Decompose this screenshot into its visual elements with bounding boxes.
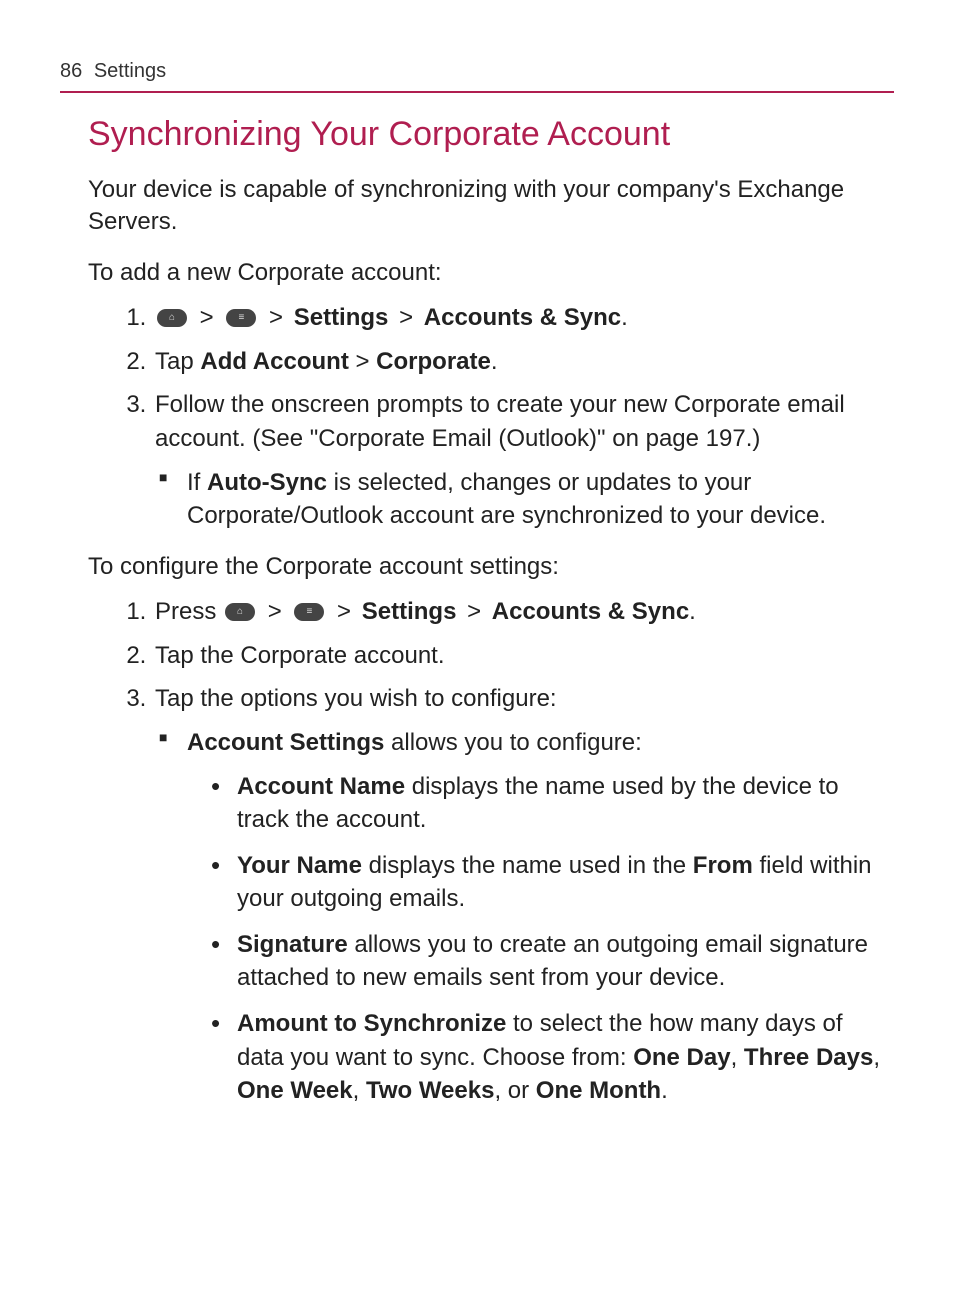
add-step-3: Follow the onscreen prompts to create yo… xyxy=(153,388,894,532)
add-step-2: Tap Add Account > Corporate. xyxy=(153,345,894,379)
settings-label: Settings xyxy=(294,304,389,331)
account-settings-label: Account Settings xyxy=(187,729,384,756)
chevron-right-icon: > xyxy=(399,304,413,331)
menu-icon: ≡ xyxy=(294,603,324,621)
menu-icon: ≡ xyxy=(226,309,256,327)
account-settings-item: Account Settings allows you to configure… xyxy=(183,726,894,1108)
add-step-1: ⌂ > ≡ > Settings > Accounts & Sync. xyxy=(153,301,894,335)
account-name-item: Account Name displays the name used by t… xyxy=(237,770,894,837)
configure-step-3: Tap the options you wish to configure: A… xyxy=(153,682,894,1108)
page-header: 86 Settings xyxy=(60,60,894,93)
configure-heading: To configure the Corporate account setti… xyxy=(88,551,894,583)
intro-text: Your device is capable of synchronizing … xyxy=(88,174,894,239)
add-heading: To add a new Corporate account: xyxy=(88,257,894,289)
add-account-label: Add Account xyxy=(200,348,348,375)
configure-step-1: Press ⌂ > ≡ > Settings > Accounts & Sync… xyxy=(153,595,894,629)
accounts-sync-label: Accounts & Sync xyxy=(424,304,621,331)
accounts-sync-label: Accounts & Sync xyxy=(492,598,689,625)
add-steps: ⌂ > ≡ > Settings > Accounts & Sync. Tap … xyxy=(88,301,894,533)
signature-item: Signature allows you to create an outgoi… xyxy=(237,928,894,995)
configure-steps: Press ⌂ > ≡ > Settings > Accounts & Sync… xyxy=(88,595,894,1108)
amount-sync-item: Amount to Synchronize to select the how … xyxy=(237,1007,894,1108)
home-icon: ⌂ xyxy=(225,603,255,621)
chevron-right-icon: > xyxy=(337,598,351,625)
chevron-right-icon: > xyxy=(268,598,282,625)
page-number: 86 xyxy=(60,60,82,82)
page-title: Synchronizing Your Corporate Account xyxy=(88,115,894,154)
your-name-item: Your Name displays the name used in the … xyxy=(237,849,894,916)
add-step-3-sub: If Auto-Sync is selected, changes or upd… xyxy=(183,466,894,533)
home-icon: ⌂ xyxy=(157,309,187,327)
corporate-label: Corporate xyxy=(376,348,491,375)
auto-sync-label: Auto-Sync xyxy=(207,469,327,496)
chevron-right-icon: > xyxy=(200,304,214,331)
settings-label: Settings xyxy=(362,598,457,625)
configure-step-2: Tap the Corporate account. xyxy=(153,639,894,673)
chevron-right-icon: > xyxy=(467,598,481,625)
header-section: Settings xyxy=(94,60,166,82)
chevron-right-icon: > xyxy=(269,304,283,331)
